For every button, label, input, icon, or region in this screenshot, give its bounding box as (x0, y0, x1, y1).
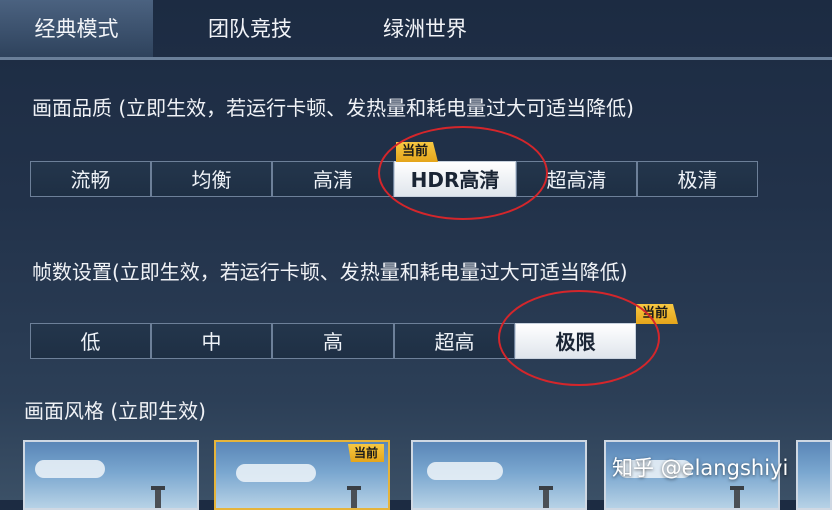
option-label: 均衡 (191, 168, 232, 192)
quality-option-smooth[interactable]: 流畅 (30, 161, 151, 197)
framerate-section-title: 帧数设置(立即生效，若运行卡顿、发热量和耗电量过大可适当降低) (32, 260, 628, 284)
quality-option-hdr-hd[interactable]: HDR高清 (394, 161, 516, 197)
quality-section-title: 画面品质 (立即生效，若运行卡顿、发热量和耗电量过大可适当降低) (32, 96, 634, 120)
quality-current-badge: 当前 (396, 142, 439, 162)
framerate-option-max[interactable]: 极限 (515, 323, 636, 359)
tab-label: 经典模式 (34, 17, 119, 41)
framerate-current-badge: 当前 (636, 304, 679, 324)
tab-label: 绿洲世界 (383, 17, 467, 41)
framerate-option-medium[interactable]: 中 (151, 323, 272, 359)
framerate-option-ultra[interactable]: 超高 (394, 323, 515, 359)
option-label: HDR高清 (410, 168, 500, 192)
framerate-selector: 低 中 高 超高 极限 (30, 323, 636, 361)
tab-divider (0, 57, 832, 60)
cloud-shape (35, 460, 105, 478)
tab-oasis-world[interactable]: 绿洲世界 (345, 0, 505, 58)
cloud-shape (427, 462, 503, 480)
tab-team-battle[interactable]: 团队竞技 (170, 0, 330, 58)
framerate-option-high[interactable]: 高 (272, 323, 394, 359)
option-label: 极限 (555, 330, 596, 354)
quality-option-balanced[interactable]: 均衡 (151, 161, 272, 197)
tower-shape (347, 486, 361, 508)
tower-shape (539, 486, 553, 508)
option-label: 低 (80, 330, 101, 354)
option-label: 超高清 (546, 168, 607, 192)
quality-option-extreme[interactable]: 极清 (637, 161, 758, 197)
style-current-badge: 当前 (347, 444, 384, 462)
quality-option-ultra-hd[interactable]: 超高清 (516, 161, 637, 197)
option-label: 中 (201, 330, 222, 354)
tab-classic-mode[interactable]: 经典模式 (0, 0, 153, 60)
tab-label: 团队竞技 (208, 17, 292, 41)
watermark-text: 知乎 @elangshiyi (612, 456, 789, 480)
option-label: 极清 (677, 168, 718, 192)
mode-tabs: 经典模式 团队竞技 绿洲世界 (0, 0, 832, 60)
cloud-shape (236, 464, 316, 482)
option-label: 高清 (313, 168, 353, 192)
option-label: 高 (323, 330, 343, 354)
quality-option-hd[interactable]: 高清 (272, 161, 394, 197)
style-section-title: 画面风格 (立即生效) (24, 399, 206, 423)
tower-shape (730, 486, 744, 508)
quality-selector: 流畅 均衡 高清 HDR高清 超高清 极清 (30, 161, 758, 199)
tower-shape (151, 486, 165, 508)
option-label: 流畅 (70, 168, 111, 192)
option-label: 超高 (434, 330, 475, 354)
framerate-option-low[interactable]: 低 (30, 323, 151, 359)
